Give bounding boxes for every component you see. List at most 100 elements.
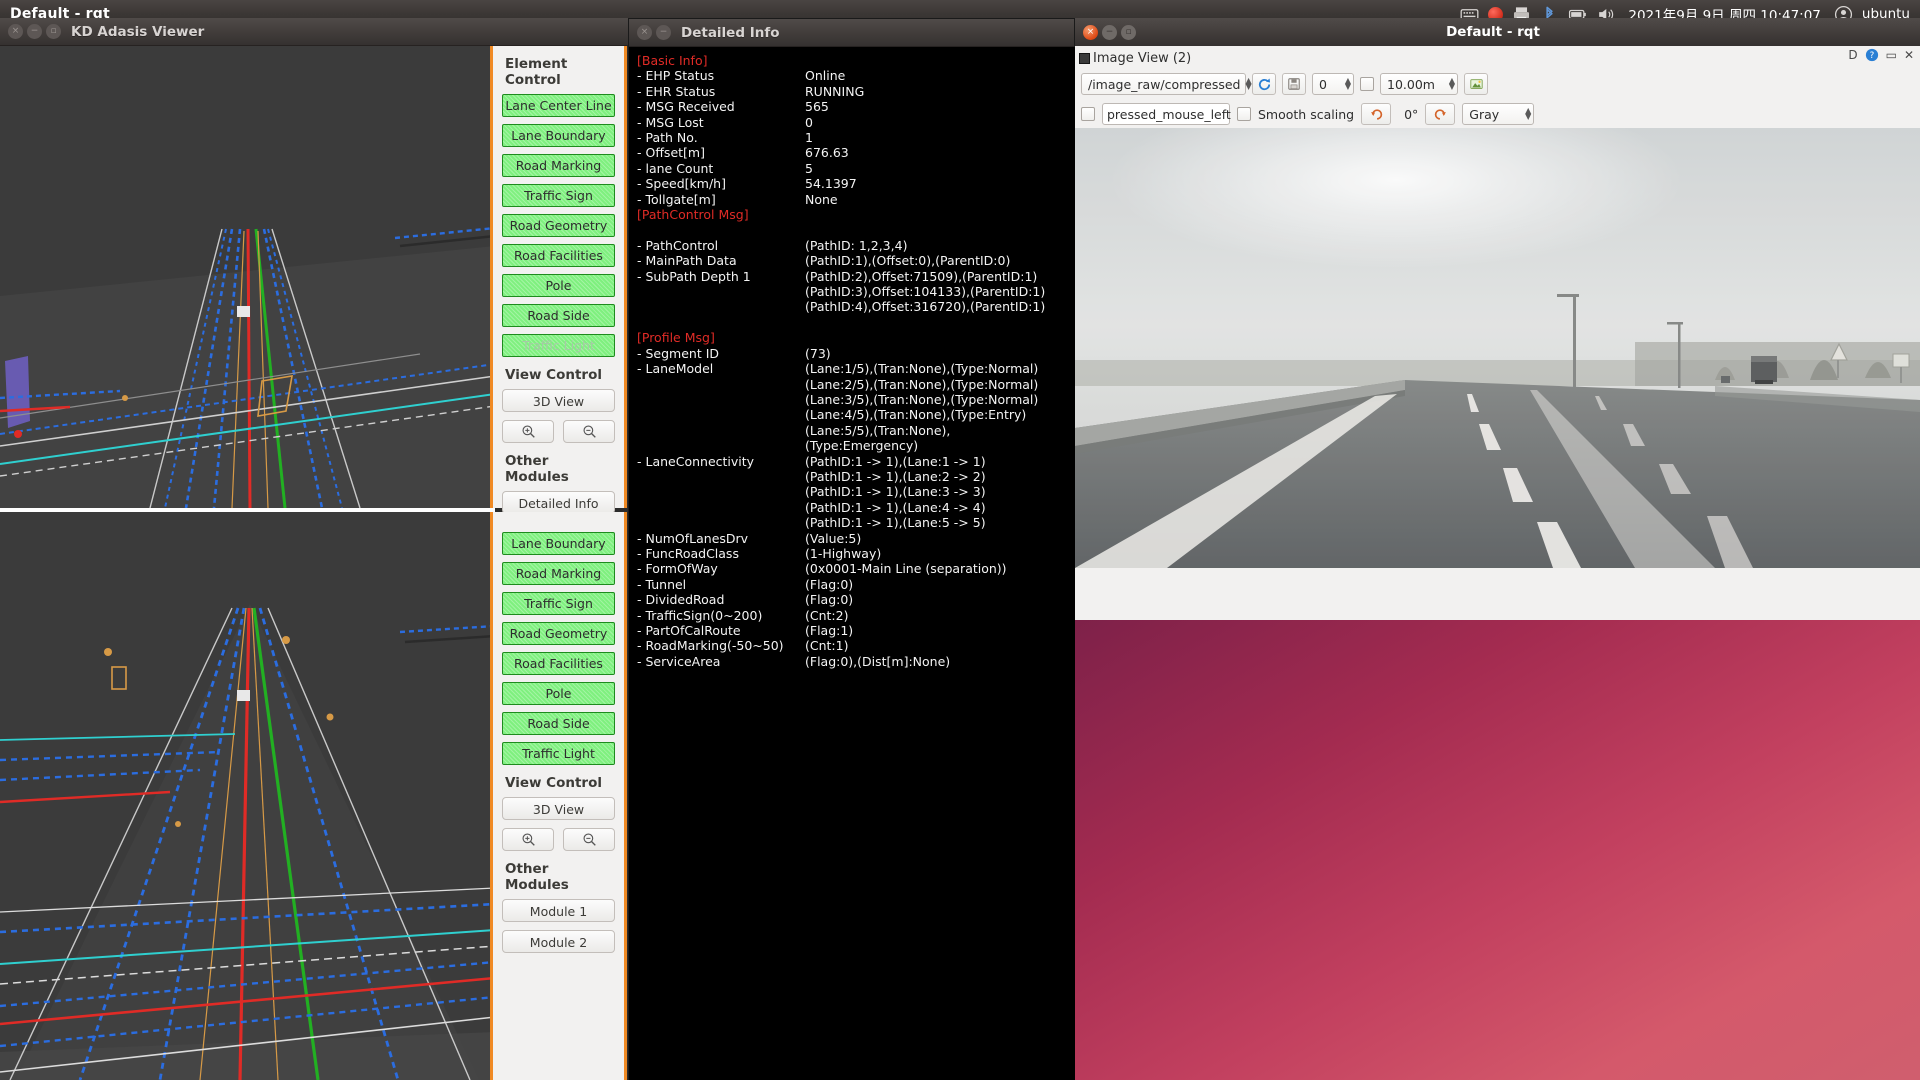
- info-row: - PartOfCalRoute (Flag:1): [633, 623, 1076, 638]
- info-row-value: (Lane:5/5),(Tran:None),: [805, 422, 951, 438]
- help-icon[interactable]: ?: [1865, 48, 1879, 62]
- close-icon[interactable]: ×: [8, 24, 23, 39]
- close-panel-icon[interactable]: ✕: [1904, 48, 1914, 62]
- maximize-icon[interactable]: ▫: [1121, 24, 1136, 40]
- info-row-value: 676.63: [805, 145, 849, 161]
- module-button-1[interactable]: Module 1: [502, 899, 615, 922]
- info-row-value: (Type:Emergency): [805, 438, 919, 454]
- info-row-key: [633, 377, 805, 392]
- rqt-titlebar[interactable]: × − ▫ Default - rqt: [1075, 18, 1920, 46]
- publish-image-button[interactable]: [1464, 73, 1488, 95]
- chevron-updown-icon[interactable]: ▲ ▼: [1449, 77, 1455, 91]
- module-button-detailed-info[interactable]: Detailed Info: [502, 491, 615, 514]
- rotate-right-button[interactable]: [1425, 103, 1456, 125]
- element-button-road-facilities[interactable]: Road Facilities: [502, 244, 615, 267]
- element-control-heading: Element Control: [505, 56, 568, 88]
- smooth-scaling-checkbox[interactable]: [1237, 107, 1251, 121]
- save-image-button[interactable]: [1282, 73, 1306, 95]
- element-button-lane-boundary-2[interactable]: Lane Boundary: [502, 532, 615, 555]
- element-button-lane-boundary[interactable]: Lane Boundary: [502, 124, 615, 147]
- element-button-traffic-light[interactable]: Traffic Light: [502, 334, 615, 357]
- info-row-value: (PathID:2),Offset:71509),(ParentID:1): [805, 268, 1038, 284]
- colormap-combobox[interactable]: Gray ▲ ▼: [1462, 103, 1535, 125]
- topic-value: /image_raw/compressed: [1088, 76, 1241, 92]
- 3d-map-viewport-bottom[interactable]: [0, 512, 495, 1080]
- view-button-3d-view-2[interactable]: 3D View: [502, 797, 615, 820]
- info-row-key: - TrafficSign(0~200): [637, 607, 763, 623]
- chevron-updown-icon[interactable]: ▲ ▼: [1345, 77, 1351, 91]
- info-row: - EHP Status Online: [633, 68, 1076, 83]
- panel-header-controls: D ? ▭ ✕: [1848, 48, 1914, 62]
- info-row: - Segment ID (73): [633, 346, 1076, 361]
- minimize-icon[interactable]: −: [27, 24, 42, 39]
- rotate-left-button[interactable]: [1361, 103, 1392, 125]
- element-button-traffic-sign[interactable]: Traffic Sign: [502, 184, 615, 207]
- element-button-pole[interactable]: Pole: [502, 274, 615, 297]
- info-row-key: - SubPath Depth 1: [637, 268, 751, 284]
- info-row-value: (Value:5): [805, 530, 862, 546]
- info-row: (PathID:3),Offset:104133),(ParentID:1): [633, 284, 1076, 299]
- undock-icon[interactable]: ▭: [1886, 48, 1897, 62]
- topic-combobox[interactable]: /image_raw/compressed ▲ ▼: [1081, 73, 1252, 95]
- element-button-road-marking-2[interactable]: Road Marking: [502, 562, 615, 585]
- close-icon[interactable]: ×: [1083, 24, 1098, 40]
- info-row-key: [633, 484, 805, 499]
- info-row-key: - PartOfCalRoute: [637, 623, 741, 638]
- info-row: (PathID:1 -> 1),(Lane:2 -> 2): [633, 469, 1076, 484]
- element-button-road-geometry[interactable]: Road Geometry: [502, 214, 615, 237]
- refresh-topics-button[interactable]: [1252, 73, 1276, 95]
- rqt-window-buttons: × − ▫: [1083, 24, 1136, 40]
- element-button-road-side[interactable]: Road Side: [502, 304, 615, 327]
- info-row-value: (Lane:4/5),(Tran:None),(Type:Entry): [805, 407, 1027, 423]
- info-row-value: (73): [805, 345, 831, 361]
- kd-window-buttons: × − ▫: [8, 24, 61, 39]
- frame-number-spinbox[interactable]: 0 ▲ ▼: [1312, 73, 1354, 95]
- element-button-traffic-light-2[interactable]: Traffic Light: [502, 742, 615, 765]
- info-row: - FuncRoadClass (1-Highway): [633, 546, 1076, 561]
- element-button-road-side-2[interactable]: Road Side: [502, 712, 615, 735]
- info-row: - LaneModel (Lane:1/5),(Tran:None),(Type:…: [633, 361, 1076, 376]
- distance-checkbox[interactable]: [1360, 77, 1374, 91]
- view-button-3d-view[interactable]: 3D View: [502, 389, 615, 412]
- distance-spinbox[interactable]: 10.00m ▲ ▼: [1380, 73, 1458, 95]
- 3d-map-viewport-top[interactable]: [0, 46, 495, 508]
- info-row-value: (Flag:0): [805, 576, 854, 592]
- info-row-value: (PathID:1 -> 1),(Lane:5 -> 5): [805, 515, 986, 531]
- mouse-topic-field[interactable]: pressed_mouse_left: [1102, 103, 1231, 125]
- chevron-updown-icon[interactable]: ▲ ▼: [1245, 77, 1251, 91]
- element-button-road-marking[interactable]: Road Marking: [502, 154, 615, 177]
- info-row-key: - Path No.: [637, 130, 698, 146]
- element-button-road-facilities-2[interactable]: Road Facilities: [502, 652, 615, 675]
- info-row-key: - EHP Status: [637, 68, 715, 84]
- info-titlebar[interactable]: × − Detailed Info: [629, 19, 1074, 47]
- zoom-out-icon-2[interactable]: [563, 828, 615, 851]
- close-icon[interactable]: ×: [637, 25, 652, 40]
- info-row-key: [633, 469, 805, 484]
- minimize-icon[interactable]: −: [656, 25, 671, 40]
- zoom-in-icon-2[interactable]: [502, 828, 554, 851]
- info-row-key: [633, 407, 805, 422]
- detailed-info-content[interactable]: [Basic Info] - EHP Status Online - EHR Stat…: [629, 47, 1076, 1080]
- distance-value: 10.00m: [1387, 76, 1435, 92]
- screen: Default - rqt 2021年9月 9日 周四 10:47:07 ubu…: [0, 0, 1920, 1080]
- colormap-value: Gray: [1469, 106, 1500, 122]
- minimize-icon[interactable]: −: [1102, 24, 1117, 40]
- info-row-value: (PathID:1),(Offset:0),(ParentID:0): [805, 253, 1011, 269]
- zoom-out-icon[interactable]: [563, 420, 615, 443]
- chevron-updown-icon[interactable]: ▲ ▼: [1525, 107, 1531, 121]
- maximize-icon[interactable]: ▫: [46, 24, 61, 39]
- info-row: (PathID:4),Offset:316720),(ParentID:1): [633, 299, 1076, 314]
- mouse-publish-checkbox[interactable]: [1081, 107, 1095, 121]
- camera-image-viewport[interactable]: [1075, 128, 1920, 568]
- element-button-road-geometry-2[interactable]: Road Geometry: [502, 622, 615, 645]
- info-row-key: - MainPath Data: [637, 253, 737, 269]
- info-row-value: (Flag:1): [805, 623, 854, 638]
- zoom-in-icon[interactable]: [502, 420, 554, 443]
- info-row: - ServiceArea (Flag:0),(Dist[m]:None): [633, 654, 1076, 669]
- rqt-empty-area: [1075, 568, 1920, 620]
- element-button-lane-center-line[interactable]: Lane Center Line: [502, 94, 615, 117]
- element-button-pole-2[interactable]: Pole: [502, 682, 615, 705]
- info-title-text: Detailed Info: [681, 24, 780, 41]
- module-button-2[interactable]: Module 2: [502, 930, 615, 953]
- element-button-traffic-sign-2[interactable]: Traffic Sign: [502, 592, 615, 615]
